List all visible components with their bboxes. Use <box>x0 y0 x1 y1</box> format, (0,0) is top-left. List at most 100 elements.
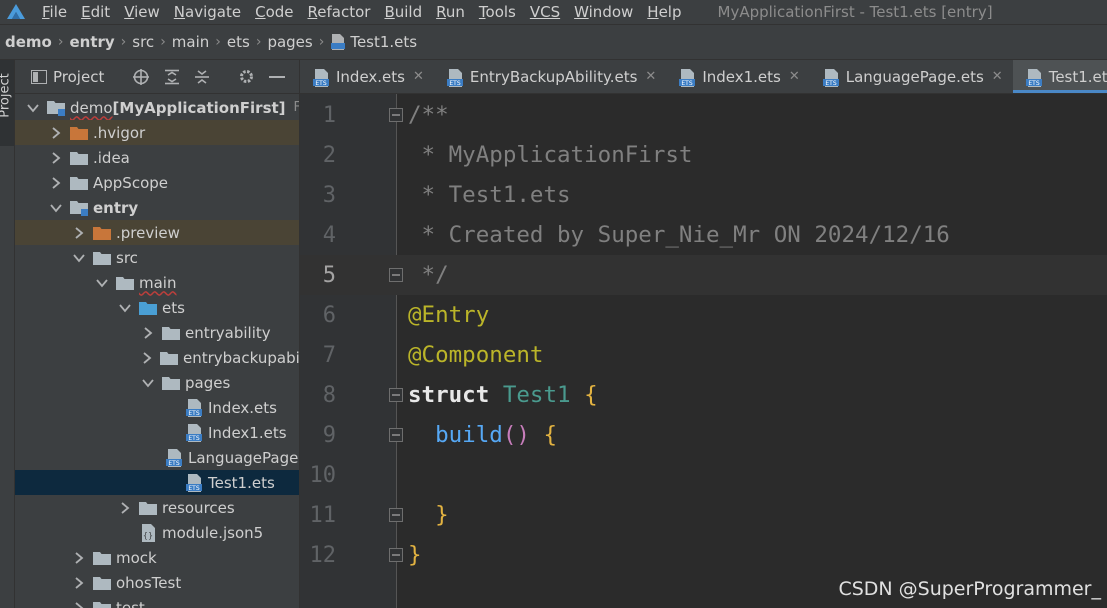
gear-icon[interactable] <box>238 68 255 86</box>
tree-item[interactable]: {} module.json5 <box>15 520 299 545</box>
chevron-down-icon[interactable] <box>27 102 39 114</box>
breadcrumb-item[interactable]: main <box>172 33 209 51</box>
tree-item[interactable]: .hvigor <box>15 120 299 145</box>
chevron-right-icon[interactable] <box>73 226 85 239</box>
code-line[interactable]: 9 build() { <box>300 415 1107 455</box>
code-line[interactable]: 8 struct Test1 { <box>300 375 1107 415</box>
ets-file-icon: ETS <box>185 423 203 442</box>
chevron-right-icon[interactable] <box>50 176 62 189</box>
fold-icon[interactable] <box>389 388 403 402</box>
tree-item[interactable]: ETS LanguagePage.ets <box>15 445 299 470</box>
code-token: @Entry <box>408 302 490 328</box>
close-icon[interactable]: ✕ <box>413 69 424 84</box>
chevron-right-icon: › <box>255 34 262 50</box>
chevron-right-icon[interactable] <box>50 151 62 164</box>
code-editor[interactable]: 1/** 2 * MyApplicationFirst 3 * Test1.ets 4… <box>300 94 1107 608</box>
code-line[interactable]: 12} <box>300 535 1107 575</box>
tab-languagepage-ets[interactable]: ETS LanguagePage.ets ✕ <box>810 60 1013 93</box>
fold-icon[interactable] <box>389 268 403 282</box>
menu-item[interactable]: Code <box>255 3 293 21</box>
tab-entrybackupability-ets[interactable]: ETS EntryBackupAbility.ets ✕ <box>434 60 666 93</box>
tree-item[interactable]: src <box>15 245 299 270</box>
tree-item[interactable]: resources <box>15 495 299 520</box>
menu-item[interactable]: Edit <box>81 3 110 21</box>
menu-item[interactable]: View <box>124 3 160 21</box>
tree-item[interactable]: mock <box>15 545 299 570</box>
fold-icon[interactable] <box>389 508 403 522</box>
chevron-right-icon[interactable] <box>73 551 85 564</box>
tree-item[interactable]: entrybackupability <box>15 345 299 370</box>
chevron-right-icon[interactable] <box>142 326 154 339</box>
code-line[interactable]: 6 @Entry <box>300 295 1107 335</box>
hide-panel-icon[interactable] <box>269 68 286 86</box>
breadcrumb-item[interactable]: Test1.ets <box>330 33 417 51</box>
tree-item[interactable]: .idea <box>15 145 299 170</box>
menu-item[interactable]: Window <box>574 3 633 21</box>
fold-icon[interactable] <box>389 428 403 442</box>
chevron-down-icon[interactable] <box>119 302 131 314</box>
tab-test1-ets[interactable]: ETSTest1.ets✕ <box>1012 60 1107 93</box>
menu-item[interactable]: File <box>42 3 67 21</box>
tree-item[interactable]: ets <box>15 295 299 320</box>
project-tool-label[interactable]: Project <box>0 61 13 131</box>
code-line[interactable]: 4 * Created by Super_Nie_Mr ON 2024/12/1… <box>300 215 1107 255</box>
close-icon[interactable]: ✕ <box>645 69 656 84</box>
code-line[interactable]: 3 * Test1.ets <box>300 175 1107 215</box>
tree-item[interactable]: entry <box>15 195 299 220</box>
tree-item[interactable]: demo [MyApplicationFirst]F:\Har <box>15 95 299 120</box>
fold-icon[interactable] <box>389 548 403 562</box>
code-text: */ <box>408 262 449 288</box>
chevron-right-icon[interactable] <box>73 601 85 608</box>
tree-item[interactable]: .preview <box>15 220 299 245</box>
code-line[interactable]: 2 * MyApplicationFirst <box>300 135 1107 175</box>
menu-mnemonic: B <box>384 3 395 21</box>
menu-item[interactable]: Navigate <box>174 3 241 21</box>
tab-index-ets[interactable]: ETS Index.ets ✕ <box>300 60 434 93</box>
tree-item[interactable]: test <box>15 595 299 608</box>
tree-item[interactable]: entryability <box>15 320 299 345</box>
code-line[interactable]: 1 /** <box>300 95 1107 135</box>
close-icon[interactable]: ✕ <box>992 69 1003 84</box>
tree-item[interactable]: main <box>15 270 299 295</box>
code-line[interactable]: 7 @Component <box>300 335 1107 375</box>
close-icon[interactable]: ✕ <box>789 69 800 84</box>
project-tool-button[interactable]: Project <box>0 60 14 146</box>
collapse-all-icon[interactable] <box>194 68 210 86</box>
breadcrumb-item[interactable]: src <box>132 33 154 51</box>
tree-item[interactable]: AppScope <box>15 170 299 195</box>
tree-item[interactable]: ETS Test1.ets <box>15 470 299 495</box>
code-line[interactable]: 11 } <box>300 495 1107 535</box>
breadcrumb-item[interactable]: ets <box>227 33 250 51</box>
menu-item[interactable]: Run <box>436 3 465 21</box>
code-line[interactable]: 10 <box>300 455 1107 495</box>
menu-mnemonic: T <box>478 3 486 21</box>
chevron-down-icon[interactable] <box>142 377 154 389</box>
menu-item[interactable]: Help <box>647 3 681 21</box>
chevron-right-icon[interactable] <box>119 501 131 514</box>
fold-icon[interactable] <box>389 108 403 122</box>
chevron-down-icon[interactable] <box>50 202 62 214</box>
chevron-right-icon[interactable] <box>73 576 85 589</box>
tab-label: Index1.ets <box>702 67 781 86</box>
tree-item[interactable]: ETS Index1.ets <box>15 420 299 445</box>
chevron-right-icon[interactable] <box>50 126 62 139</box>
chevron-right-icon[interactable] <box>142 351 152 364</box>
code-line[interactable]: 5 */ <box>300 255 1107 295</box>
tree-item-label: pages <box>185 373 231 392</box>
expand-all-icon[interactable] <box>164 68 180 86</box>
breadcrumb-item[interactable]: demo <box>5 33 52 51</box>
chevron-down-icon[interactable] <box>73 252 85 264</box>
tab-index1-ets[interactable]: ETS Index1.ets ✕ <box>666 60 809 93</box>
breadcrumb-item[interactable]: entry <box>69 33 114 51</box>
menu-item[interactable]: Refactor <box>308 3 371 21</box>
tree-item[interactable]: ETS Index.ets <box>15 395 299 420</box>
menu-item[interactable]: VCS <box>530 3 560 21</box>
locate-icon[interactable] <box>132 68 150 86</box>
chevron-down-icon[interactable] <box>96 277 108 289</box>
breadcrumb-item[interactable]: pages <box>267 33 312 51</box>
tree-item[interactable]: pages <box>15 370 299 395</box>
menu-item[interactable]: Tools <box>479 3 516 21</box>
tree-item[interactable]: ohosTest <box>15 570 299 595</box>
menu-item[interactable]: Build <box>384 3 422 21</box>
project-panel-title[interactable]: Project <box>53 68 104 86</box>
